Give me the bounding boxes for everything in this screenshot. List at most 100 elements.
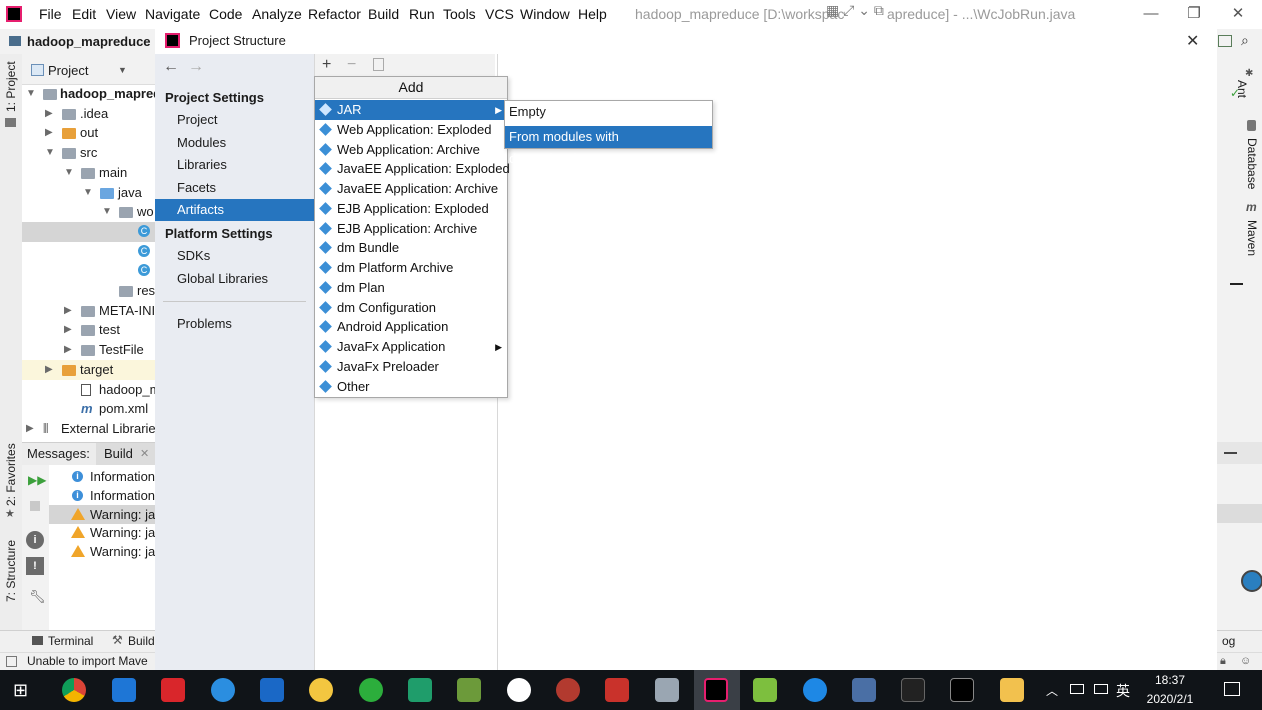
add-menu-item[interactable]: EJB Application: Archive [315, 219, 507, 239]
menu-tools[interactable]: Tools [443, 6, 476, 22]
sidebar-item-modules[interactable]: Modules [155, 132, 336, 154]
tree-row[interactable]: ▶ test [22, 320, 155, 340]
tree-row[interactable]: C [22, 221, 155, 242]
rerun-icon[interactable]: ▶▶ [28, 473, 46, 487]
close-dialog-icon[interactable]: ✕ [1186, 31, 1199, 51]
menu-vcs[interactable]: VCS [485, 6, 514, 22]
close-tab-icon[interactable]: ✕ [140, 447, 149, 460]
notifications-icon[interactable]: ☺ [1240, 655, 1251, 667]
menu-help[interactable]: Help [578, 6, 607, 22]
chevron-down-icon[interactable]: ▼ [102, 202, 112, 222]
ladybug-app-icon[interactable] [556, 678, 580, 702]
tree-row[interactable]: ▶ .idea [22, 104, 155, 124]
restore-button[interactable]: ❐ [1174, 2, 1214, 26]
add-menu-item[interactable]: JavaFx Application ▶ [315, 337, 507, 357]
wrench-icon[interactable]: 🔧︎ [29, 589, 46, 605]
sidebar-item-sdks[interactable]: SDKs [155, 245, 336, 267]
structure-tool-tab[interactable]: 7: Structure [4, 540, 18, 602]
battery-icon[interactable] [1070, 684, 1084, 694]
add-menu-item[interactable]: Other [315, 377, 507, 397]
shield-app-icon[interactable] [605, 678, 629, 702]
message-row[interactable]: Warning: ja [49, 523, 155, 542]
mail-app-icon[interactable] [655, 678, 679, 702]
add-menu-item[interactable]: EJB Application: Exploded [315, 199, 507, 219]
tree-row[interactable]: ▼ wo [22, 202, 155, 222]
github-icon[interactable] [507, 678, 531, 702]
sidebar-item-artifacts[interactable]: Artifacts [155, 199, 336, 221]
breadcrumb-project[interactable]: hadoop_mapreduce [27, 34, 151, 49]
menu-file[interactable]: File [39, 6, 62, 22]
back-arrow-icon[interactable]: ← [163, 58, 179, 76]
chevron-down-icon[interactable]: ▼ [45, 143, 55, 163]
tray-clock-time[interactable]: 18:37 [1140, 673, 1200, 687]
project-tool-tab[interactable]: 1: Project [4, 61, 18, 112]
add-menu-item[interactable]: dm Configuration [315, 298, 507, 318]
menu-build[interactable]: Build [368, 6, 399, 22]
tree-row[interactable]: ▼ hadoop_mapred [22, 84, 155, 104]
message-row[interactable]: Warning: ja [49, 542, 155, 561]
chevron-down-icon[interactable]: ▼ [64, 163, 74, 183]
edge-icon[interactable] [112, 678, 136, 702]
menu-code[interactable]: Code [209, 6, 242, 22]
tree-row[interactable]: ▶ TestFile [22, 340, 155, 360]
tray-clock-date[interactable]: 2020/2/1 [1140, 692, 1200, 706]
chrome-icon[interactable] [62, 678, 86, 702]
terminal-tab[interactable]: Terminal [48, 634, 93, 648]
intellij-taskbar-icon[interactable] [704, 678, 728, 702]
outlook-icon[interactable] [260, 678, 284, 702]
chevron-down-icon[interactable]: ▼ [118, 65, 127, 75]
layout-icon[interactable] [1218, 35, 1232, 47]
snipping-app-icon[interactable] [901, 678, 925, 702]
menu-view[interactable]: View [106, 6, 136, 22]
ime-indicator[interactable]: 英 [1116, 681, 1130, 701]
tree-row[interactable]: ▼ src [22, 143, 155, 163]
tree-row[interactable]: m pom.xml [22, 399, 155, 419]
add-icon[interactable]: + [322, 56, 331, 74]
add-menu-item[interactable]: dm Bundle [315, 238, 507, 258]
tree-row[interactable]: ▼ java [22, 183, 155, 203]
bird-app-icon[interactable] [211, 678, 235, 702]
duck-app-icon[interactable] [309, 678, 333, 702]
add-menu-item[interactable]: Android Application [315, 317, 507, 337]
tray-expand-icon[interactable]: ︿ [1046, 682, 1058, 699]
chevron-right-icon[interactable]: ▶ [64, 301, 72, 321]
file-explorer-icon[interactable] [1000, 678, 1024, 702]
wechat-icon[interactable] [359, 678, 383, 702]
chevron-right-icon[interactable]: ▶ [45, 104, 53, 124]
network-app-icon[interactable] [852, 678, 876, 702]
tab-build[interactable]: Build ✕ [96, 443, 156, 465]
info-filter-icon[interactable]: i [26, 531, 44, 549]
tree-row[interactable]: resour [22, 281, 155, 301]
chevron-right-icon[interactable]: ▶ [64, 340, 72, 360]
sidebar-item-libraries[interactable]: Libraries [155, 154, 336, 176]
menu-refactor[interactable]: Refactor [308, 6, 361, 22]
tree-row[interactable]: ▶ out [22, 123, 155, 143]
add-menu-item[interactable]: dm Platform Archive [315, 258, 507, 278]
minimize-button[interactable]: — [1131, 2, 1171, 26]
jar-submenu-item[interactable]: From modules with dependencies... [505, 126, 712, 166]
tree-row[interactable]: ▶ ⫴ External Libraries [22, 419, 155, 439]
maven-tool-tab[interactable]: Maven [1245, 220, 1259, 256]
menu-analyze[interactable]: Analyze [252, 6, 302, 22]
tree-row[interactable]: C [22, 242, 155, 262]
message-row[interactable]: i Information [49, 486, 155, 505]
message-row[interactable]: Warning: ja [49, 504, 155, 524]
forward-arrow-icon[interactable]: → [188, 58, 204, 76]
tree-row[interactable]: ▶ target [22, 359, 155, 380]
warning-filter-icon[interactable]: ! [26, 557, 44, 575]
add-menu-item[interactable]: JavaEE Application: Archive [315, 179, 507, 199]
add-menu-item[interactable]: Web Application: Archive [315, 140, 507, 160]
close-window-button[interactable]: ✕ [1218, 2, 1258, 26]
tree-row[interactable]: ▼ main [22, 163, 155, 183]
tree-row[interactable]: hadoop_map [22, 380, 155, 400]
chevron-right-icon[interactable]: ▶ [45, 123, 53, 143]
tree-row[interactable]: C [22, 261, 155, 281]
jar-submenu-item[interactable]: Empty [505, 101, 712, 123]
tree-row[interactable]: ▶ META-INI [22, 301, 155, 321]
database-tool-tab[interactable]: Database [1245, 138, 1259, 189]
xmind-icon[interactable] [161, 678, 185, 702]
stop-icon[interactable] [30, 501, 40, 511]
add-menu-item[interactable]: JAR ▶ [315, 100, 507, 120]
chevron-right-icon[interactable]: ▶ [64, 320, 72, 340]
menu-run[interactable]: Run [409, 6, 435, 22]
